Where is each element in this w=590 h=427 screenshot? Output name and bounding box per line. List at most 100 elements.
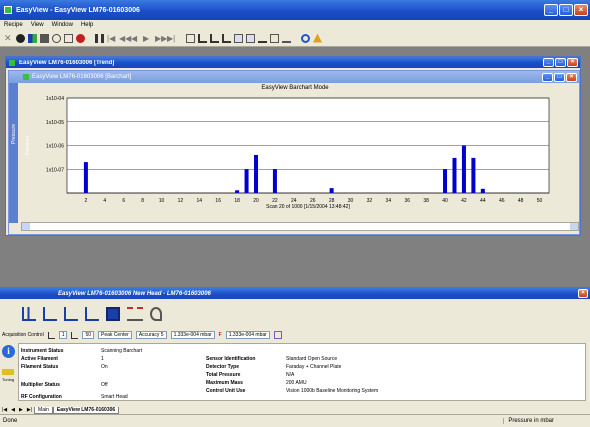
barchart-mode-icon[interactable] [22,307,36,321]
forward-icon[interactable]: ▶ [143,34,152,43]
status-left-text: Done [3,418,18,424]
trend-mode-icon[interactable] [85,307,99,321]
menu-help[interactable]: Help [81,22,93,28]
tab-easyview[interactable]: EasyView LM76-0160306 [52,406,120,414]
grid-icon[interactable] [64,33,73,43]
maximize-button[interactable]: □ [559,4,573,16]
left-info-value: Scanning Barchart [101,348,143,354]
barchart-minimize-button[interactable]: _ [542,72,553,82]
trend-minimize-button[interactable]: _ [543,58,554,67]
pin-icon[interactable] [282,34,291,43]
x-tick-label: 4 [103,198,106,204]
barchart-horizontal-scrollbar[interactable] [21,222,579,231]
connect-icon[interactable] [16,33,25,43]
bar-view3-icon[interactable] [222,33,231,43]
x-tick-label: 8 [141,198,144,204]
x-tick-label: 48 [518,198,524,204]
pause-icon[interactable] [95,33,104,43]
close-button[interactable]: × [574,4,588,16]
barchart-window[interactable]: EasyView LM76-01603006 [Barchart] _ □ × … [8,70,580,235]
scroll-left-button[interactable] [22,223,30,230]
trend-close-button[interactable]: × [567,58,578,67]
acq-ctrl-icon[interactable] [47,331,55,339]
tab-nav-prev[interactable]: ◀ [9,407,17,413]
fast-forward-icon[interactable]: ▶▶ [155,34,167,43]
tab-nav-next[interactable]: ▶ [17,407,25,413]
lower-close-button[interactable]: × [578,289,588,298]
tool-icon[interactable] [313,33,322,43]
x-tick-label: 16 [215,198,221,204]
tab-main[interactable]: Main [34,406,53,414]
last-icon[interactable]: ▶| [167,34,176,43]
x-tick-label: 18 [234,198,240,204]
bar-view2-icon[interactable] [210,33,219,43]
mode-toolbar [22,303,162,325]
status-info-panel: Instrument Status Scanning Barchart Active… [18,343,586,401]
right-info-label: Total Pressure [206,372,241,378]
tab-nav-first[interactable]: |◀ [0,407,9,413]
chart-icon[interactable] [28,33,37,43]
cancel-icon[interactable]: ✕ [4,33,13,43]
bar [254,154,259,193]
menu-window[interactable]: Window [52,22,73,28]
accuracy-select[interactable]: Accuracy 5 [135,331,167,339]
info-icon[interactable]: i [2,345,15,358]
scroll-right-button[interactable] [570,223,578,230]
x-tick-label: 10 [159,198,165,204]
back-icon[interactable]: ◀ [131,34,140,43]
lower-window[interactable]: EasyView LM76-01603006 New Head - LM76-0… [0,287,590,415]
trend-icon[interactable] [258,34,267,43]
barchart-close-button[interactable]: × [566,72,577,82]
y-tick-label: 1x10-05 [46,120,64,126]
report-icon[interactable] [270,33,279,43]
table2-icon[interactable] [246,33,255,43]
x-tick-label: 6 [122,198,125,204]
last-mass-spinner[interactable]: 50 [82,331,95,339]
left-info-label: Filament Status [21,364,59,370]
right-info-label: Sensor Identification [206,356,256,362]
menu-recipe[interactable]: Recipe [4,22,23,28]
x-tick-label: 2 [85,198,88,204]
tab-nav-last[interactable]: ▶| [25,407,34,413]
bar [471,157,476,193]
pressure-select-2[interactable]: 1.333e-004 mbar [225,331,270,339]
left-info-label: Active Filament [21,356,58,362]
x-tick-label: 12 [178,198,184,204]
tuning-icon[interactable] [2,369,14,375]
histogram-mode-icon[interactable] [43,307,57,321]
first-mass-spinner[interactable]: 1 [58,331,68,339]
scan-icon[interactable] [127,307,143,321]
bar [329,188,334,193]
zoom-icon[interactable] [52,33,61,43]
table-icon[interactable] [234,33,243,43]
recipe-icon[interactable] [186,33,195,43]
config-icon[interactable] [273,331,282,339]
search-icon[interactable] [301,33,310,43]
x-tick-label: 20 [253,198,259,204]
rewind-icon[interactable]: ◀◀ [119,34,131,43]
x-tick-label: 40 [442,198,448,204]
x-tick-label: 42 [461,198,467,204]
info-side-panel: i Tuning [2,343,16,403]
tools-icon[interactable] [150,307,162,321]
print-icon[interactable] [40,33,49,43]
peak-mode-select[interactable]: Peak Center [98,331,132,339]
bar [461,145,466,193]
barchart-maximize-button[interactable]: □ [554,72,565,82]
x-tick-label: 14 [197,198,203,204]
peak-mode-icon[interactable] [64,307,78,321]
pressure-select-1[interactable]: 1.333e-004 mbar [170,331,215,339]
menu-view[interactable]: View [31,22,44,28]
record-icon[interactable] [76,33,85,43]
trend-maximize-button[interactable]: □ [555,58,566,67]
acquisition-control-label: Acquisition Control [2,332,44,338]
status-right-text: Pressure in mbar [503,418,590,424]
x-tick-label: 44 [480,198,486,204]
save-icon[interactable] [106,307,120,321]
y-tick-label: 1x10-07 [46,167,64,173]
x-tick-label: 36 [404,198,410,204]
bar-view-icon[interactable] [198,33,207,43]
minimize-button[interactable]: _ [544,4,558,16]
x-tick-label: 50 [537,198,543,204]
first-icon[interactable]: |◀ [107,34,116,43]
